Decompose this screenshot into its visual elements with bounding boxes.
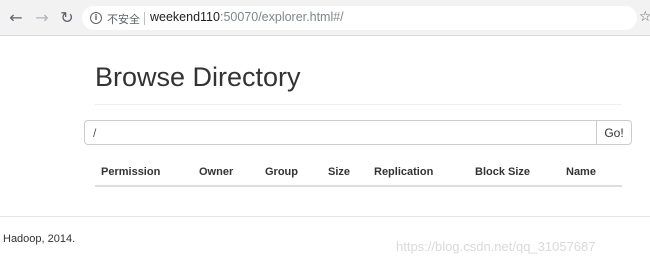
page-title: Browse Directory [95,62,301,92]
table-header-divider [95,185,622,187]
column-header-size[interactable]: Size [328,166,350,178]
info-icon[interactable]: i [90,12,102,24]
url-text[interactable]: weekend110:50070/explorer.html#/ [150,10,344,24]
column-header-replication[interactable]: Replication [374,166,433,178]
go-button[interactable]: Go! [596,120,632,145]
column-header-group[interactable]: Group [265,166,298,178]
forward-arrow-icon[interactable]: → [32,8,52,28]
directory-path-input[interactable] [84,120,596,145]
watermark: https://blog.csdn.net/qq_31057687 [396,239,596,254]
url-host: weekend110 [150,10,220,24]
reload-icon[interactable]: ↻ [57,8,77,28]
bookmark-star-icon[interactable]: ☆ [639,8,650,26]
url-path: :50070/explorer.html#/ [219,10,344,24]
address-bar[interactable]: i 不安全 weekend110:50070/explorer.html#/ [82,6,637,30]
column-header-permission[interactable]: Permission [101,166,160,178]
column-header-name[interactable]: Name [566,166,596,178]
browser-toolbar: ← → ↻ i 不安全 weekend110:50070/explorer.ht… [0,0,650,36]
back-arrow-icon[interactable]: ← [6,8,26,28]
title-divider [95,104,622,105]
column-header-block-size[interactable]: Block Size [475,166,530,178]
footer-divider [0,216,650,217]
footer-text: Hadoop, 2014. [3,233,76,245]
address-divider [144,12,145,25]
column-header-owner[interactable]: Owner [199,166,233,178]
security-label[interactable]: 不安全 [107,11,140,27]
